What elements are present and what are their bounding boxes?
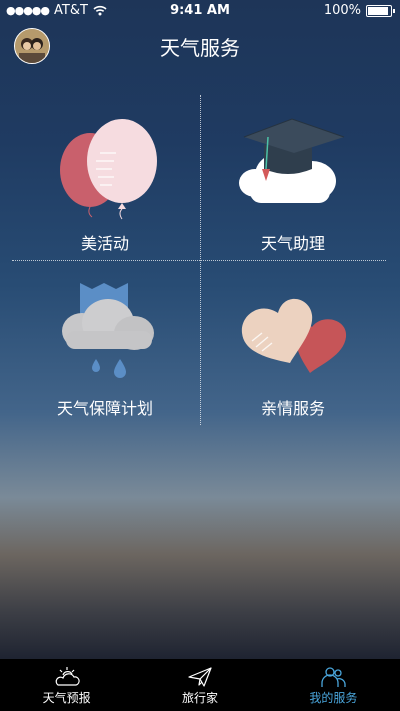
tab-label: 我的服务 xyxy=(309,691,358,705)
status-bar: ●●●●● AT&T 9:41 AM 100% xyxy=(0,0,400,22)
status-right: 100% xyxy=(323,3,395,18)
sun-cloud-icon xyxy=(55,667,80,686)
nav-bar: 天气服务 xyxy=(0,22,400,68)
service-assistant[interactable]: 天气助理 xyxy=(200,95,386,260)
service-label: 美活动 xyxy=(80,234,129,253)
battery-icon xyxy=(366,4,395,17)
paper-plane-icon xyxy=(188,667,212,687)
tab-weather-forecast[interactable]: 天气预报 xyxy=(0,659,133,711)
tab-my-services[interactable]: 我的服务 xyxy=(267,659,400,711)
tab-bar: 天气预报 旅行家 我的服务 xyxy=(0,659,400,711)
service-weather-protection[interactable]: 天气保障计划 xyxy=(12,261,198,426)
service-label: 亲情服务 xyxy=(260,399,325,418)
battery-percent: 100% xyxy=(323,3,361,18)
service-grid: 美活动 天气助理 天气保障计划 亲情服务 xyxy=(12,95,386,425)
battery-fill xyxy=(368,6,388,15)
service-label: 天气保障计划 xyxy=(56,399,153,418)
service-family-care[interactable]: 亲情服务 xyxy=(200,261,386,426)
service-activities[interactable]: 美活动 xyxy=(12,95,198,260)
service-label: 天气助理 xyxy=(260,234,325,253)
tab-label: 天气预报 xyxy=(42,691,91,705)
tab-traveler[interactable]: 旅行家 xyxy=(133,659,266,711)
people-icon xyxy=(321,667,346,687)
page-title: 天气服务 xyxy=(160,36,240,60)
tab-label: 旅行家 xyxy=(181,691,218,705)
